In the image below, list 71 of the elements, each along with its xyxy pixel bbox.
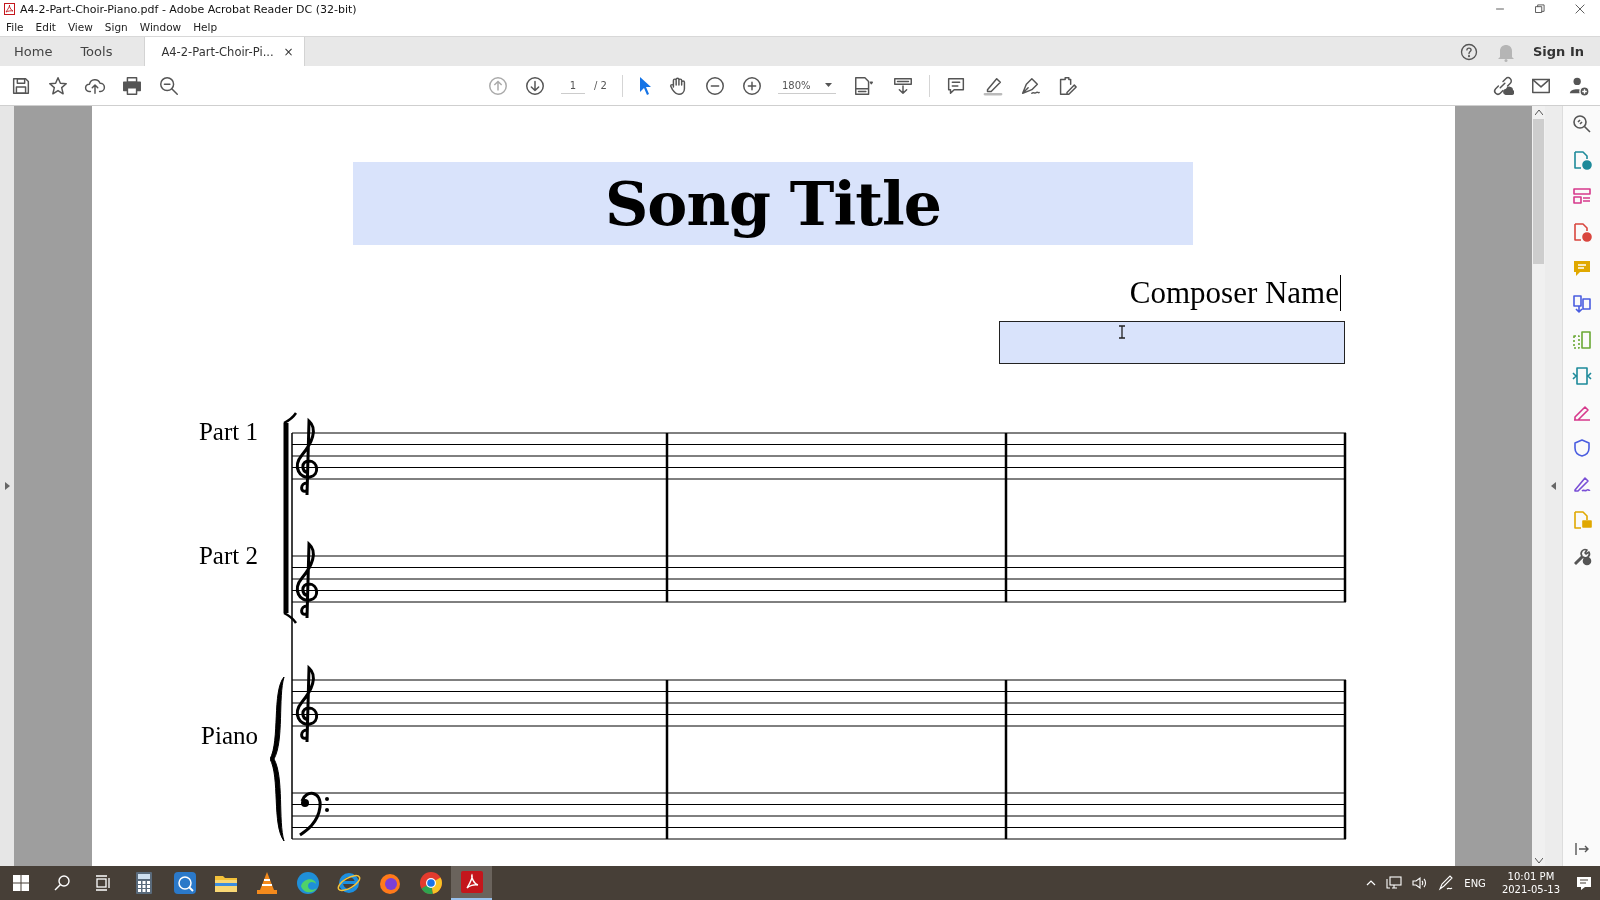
zoom-search-icon[interactable] xyxy=(1571,114,1592,134)
help-icon[interactable] xyxy=(1459,41,1479,62)
menu-item[interactable]: Help xyxy=(187,21,224,33)
collapse-arrow-icon[interactable] xyxy=(1551,482,1556,490)
zoom-in-icon[interactable] xyxy=(740,74,763,97)
language-indicator[interactable]: ENG xyxy=(1464,877,1486,889)
combine-files-icon[interactable] xyxy=(1571,294,1592,314)
scroll-down-icon[interactable] xyxy=(1534,858,1543,863)
part-label: Part 1 xyxy=(198,417,258,447)
expand-arrow-icon[interactable] xyxy=(4,482,10,490)
export-pdf-icon[interactable] xyxy=(1571,150,1592,170)
scroll-up-icon[interactable] xyxy=(1534,110,1543,115)
windows-start-icon[interactable] xyxy=(12,875,29,891)
network-icon[interactable] xyxy=(1386,876,1403,890)
part-label: Part 2 xyxy=(198,541,258,571)
folder-icon[interactable] xyxy=(214,874,237,892)
pdf-reader-icon[interactable] xyxy=(460,871,483,893)
print-icon[interactable] xyxy=(121,74,143,97)
calculator-icon[interactable] xyxy=(135,872,152,894)
scrollbar-track[interactable] xyxy=(1532,106,1545,866)
wrench-plus-icon[interactable] xyxy=(1571,546,1592,566)
scrollbar-thumb[interactable] xyxy=(1533,119,1544,264)
title-field[interactable]: Song Title xyxy=(353,162,1193,245)
layout-icon[interactable] xyxy=(1571,186,1592,206)
page-number-field[interactable]: 1 xyxy=(561,77,585,94)
wave-circle-icon[interactable] xyxy=(296,872,319,894)
menu-item[interactable]: File xyxy=(0,21,30,33)
link-cloud-icon[interactable] xyxy=(1492,74,1514,97)
menu-item[interactable]: Sign xyxy=(98,21,134,33)
zoom-out-icon[interactable] xyxy=(703,74,726,97)
select-arrow-icon[interactable] xyxy=(637,75,652,96)
pen-icon[interactable] xyxy=(1438,875,1455,891)
composer-name: Composer Name xyxy=(1129,275,1341,311)
volume-icon[interactable] xyxy=(1412,876,1429,890)
traffic-cone-icon[interactable] xyxy=(256,872,277,894)
zoom-search-icon[interactable] xyxy=(158,74,180,97)
tab[interactable]: A4-2-Part-Choir-Pi... × xyxy=(144,37,305,66)
page-total: / 2 xyxy=(594,80,607,91)
tab-close-button[interactable]: × xyxy=(283,44,294,59)
tab[interactable]: Home xyxy=(0,37,67,66)
letter-e-icon[interactable] xyxy=(336,872,361,894)
menu-item[interactable]: Window xyxy=(133,21,188,33)
part-label: Piano xyxy=(201,721,258,751)
shield-icon[interactable] xyxy=(1571,438,1592,458)
task-view-icon[interactable] xyxy=(94,875,111,891)
close-icon[interactable] xyxy=(1573,2,1587,16)
dictionary-icon[interactable] xyxy=(173,872,196,894)
zoom-dropdown[interactable]: 180% xyxy=(777,77,836,94)
window-title: A4-2-Part-Choir-Piano.pdf - Adobe Acrobat Reader DC (32-bit) xyxy=(20,2,357,16)
menu-item[interactable]: Edit xyxy=(29,21,62,33)
notification-icon[interactable] xyxy=(1576,875,1592,891)
taskbar-app-button[interactable] xyxy=(451,866,492,900)
caret-icon xyxy=(824,83,832,87)
tab[interactable]: Tools xyxy=(66,37,127,66)
menu-item[interactable]: View xyxy=(61,21,99,33)
restore-icon[interactable] xyxy=(1533,2,1547,16)
text-cursor-icon xyxy=(1118,325,1126,339)
chevron-up-icon[interactable] xyxy=(1366,880,1377,886)
sign-in-link[interactable]: Sign In xyxy=(1533,44,1584,59)
form-field[interactable] xyxy=(999,321,1345,364)
signature-pen-icon[interactable] xyxy=(1571,474,1592,494)
pdf-icon xyxy=(4,3,15,15)
song-title: Song Title xyxy=(605,168,941,239)
chrome-icon[interactable] xyxy=(419,872,442,894)
clock[interactable]: 10:01 PM 2021-05-13 xyxy=(1501,870,1560,896)
search-icon[interactable] xyxy=(53,875,70,891)
star-icon[interactable] xyxy=(47,74,69,97)
compress-pdf-icon[interactable] xyxy=(1571,366,1592,386)
collapse-pane-icon[interactable] xyxy=(1574,842,1589,856)
next-page-icon[interactable] xyxy=(524,74,546,97)
create-pdf-icon[interactable] xyxy=(1571,222,1592,242)
